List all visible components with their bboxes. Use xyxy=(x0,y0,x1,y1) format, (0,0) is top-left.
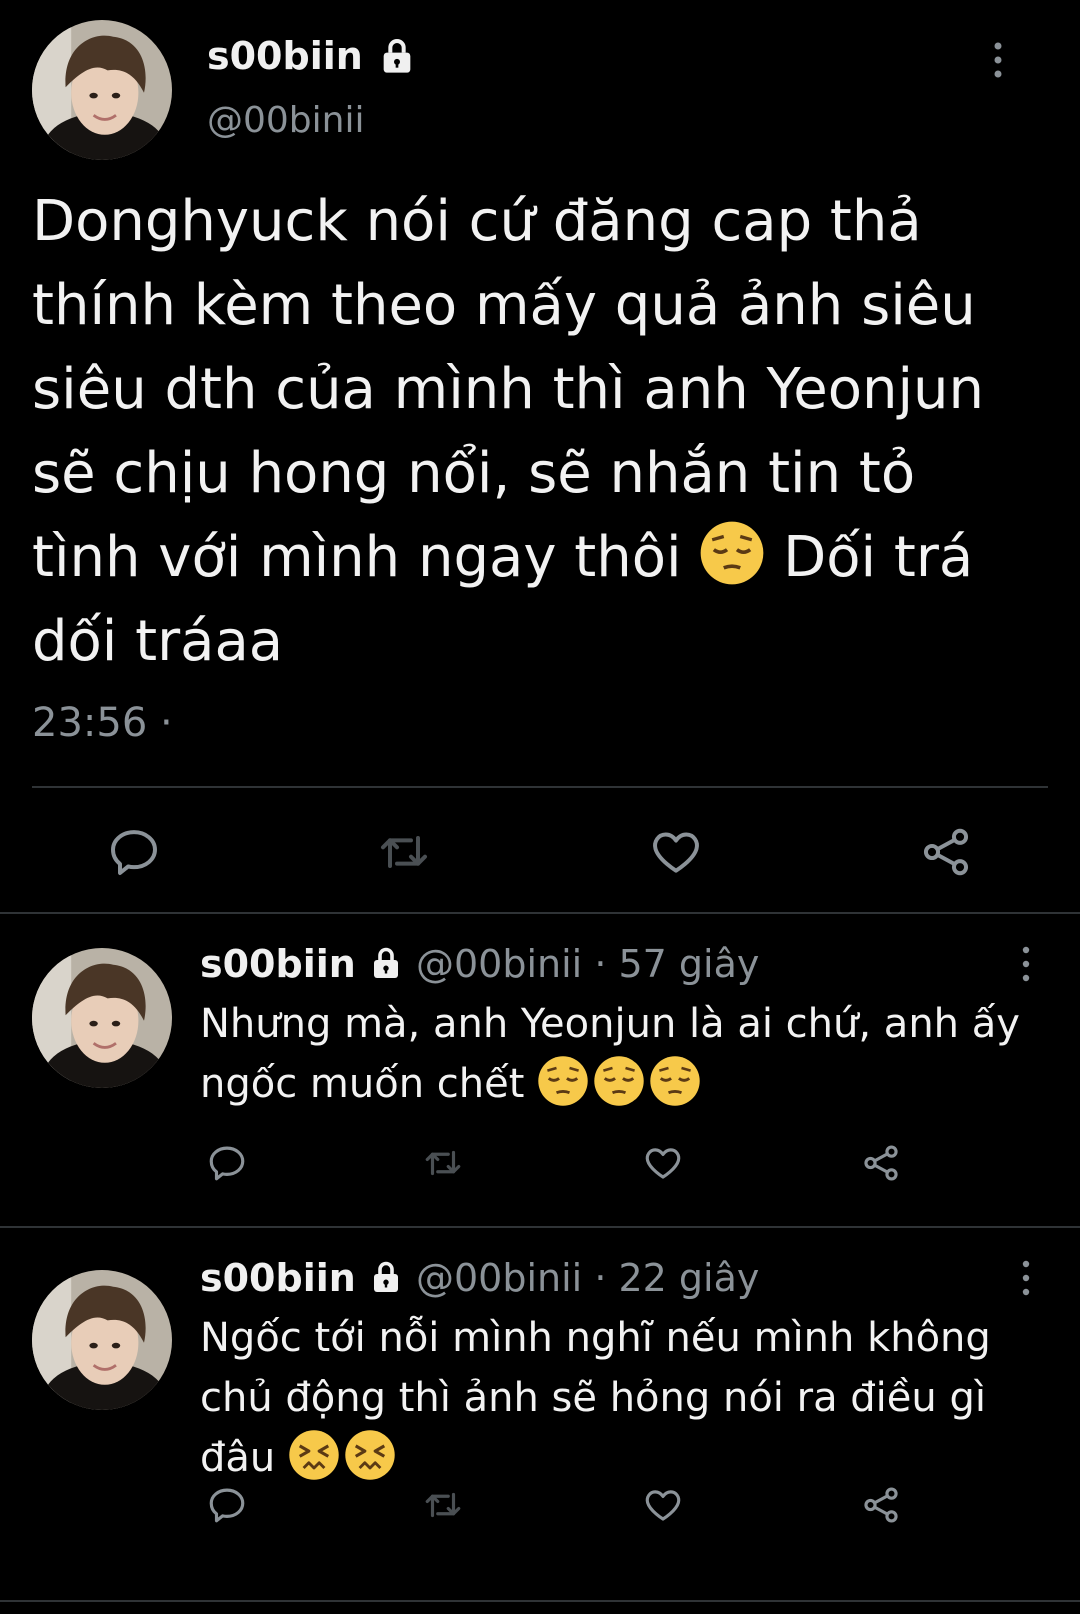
display-name[interactable]: s00biin xyxy=(200,942,356,986)
avatar[interactable] xyxy=(32,20,172,160)
avatar[interactable] xyxy=(32,948,172,1088)
more-vertical-icon[interactable] xyxy=(1018,1258,1034,1298)
divider xyxy=(32,786,1048,788)
reply-time[interactable]: · 22 giây xyxy=(594,1256,759,1300)
tweet-timestamp[interactable]: 23:56 · xyxy=(32,700,173,746)
more-vertical-icon[interactable] xyxy=(990,40,1006,80)
reply-tweet[interactable]: s00biin @00binii · 22 giây Ngốc tới nỗi … xyxy=(0,1226,1080,1602)
reply-text: Nhưng mà, anh Yeonjun là ai chứ, anh ấy … xyxy=(200,994,1060,1114)
tweet-text: Donghyuck nói cứ đăng cap thả thính kèm … xyxy=(32,180,1052,684)
display-name[interactable]: s00biin xyxy=(200,1256,356,1300)
heart-icon[interactable] xyxy=(648,824,704,880)
retweet-icon[interactable] xyxy=(422,1142,464,1184)
heart-icon[interactable] xyxy=(642,1142,684,1184)
pensive-face-emoji xyxy=(649,1055,701,1107)
confounded-face-emoji xyxy=(344,1429,396,1481)
lock-icon xyxy=(377,36,417,76)
reply-icon[interactable] xyxy=(206,1484,248,1526)
retweet-icon[interactable] xyxy=(376,824,432,880)
share-icon[interactable] xyxy=(918,824,974,880)
divider xyxy=(0,1600,1080,1602)
lock-icon xyxy=(368,1259,404,1295)
handle[interactable]: @00binii xyxy=(207,100,364,141)
reply-text: Ngốc tới nỗi mình nghĩ nếu mình không ch… xyxy=(200,1308,1060,1488)
reply-header: s00biin @00binii · 22 giây xyxy=(200,1256,759,1300)
more-vertical-icon[interactable] xyxy=(1018,944,1034,984)
pensive-face-emoji xyxy=(537,1055,589,1107)
avatar[interactable] xyxy=(32,1270,172,1410)
reply-icon[interactable] xyxy=(106,824,162,880)
pensive-face-emoji xyxy=(699,520,765,586)
retweet-icon[interactable] xyxy=(422,1484,464,1526)
pensive-face-emoji xyxy=(593,1055,645,1107)
share-icon[interactable] xyxy=(860,1142,902,1184)
handle[interactable]: @00binii xyxy=(416,1256,582,1300)
confounded-face-emoji xyxy=(288,1429,340,1481)
handle[interactable]: @00binii xyxy=(416,942,582,986)
reply-header: s00biin @00binii · 57 giây xyxy=(200,942,759,986)
lock-icon xyxy=(368,945,404,981)
reply-tweet[interactable]: s00biin @00binii · 57 giây Nhưng mà, anh… xyxy=(0,912,1080,1226)
reply-time[interactable]: · 57 giây xyxy=(594,942,759,986)
reply-icon[interactable] xyxy=(206,1142,248,1184)
display-name[interactable]: s00biin xyxy=(207,34,363,78)
main-tweet-author[interactable]: s00biin xyxy=(207,34,417,78)
share-icon[interactable] xyxy=(860,1484,902,1526)
heart-icon[interactable] xyxy=(642,1484,684,1526)
